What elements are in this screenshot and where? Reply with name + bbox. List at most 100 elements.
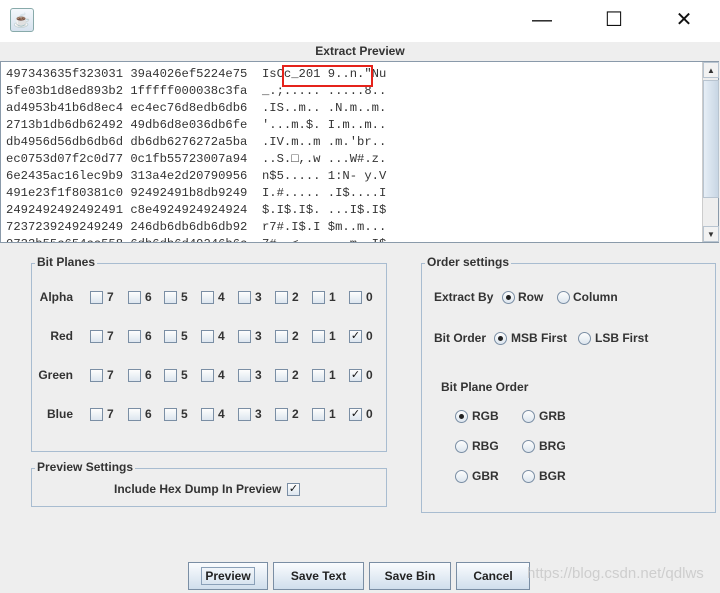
hex-dump-line: ec0753d07f2c0d77 0c1fb55723007a94 ..S.□,… xyxy=(6,152,387,166)
checkbox-blue-bit-2[interactable] xyxy=(275,408,288,421)
checkbox-blue-bit-5[interactable] xyxy=(164,408,177,421)
bit-number-label: 0 xyxy=(366,290,373,304)
bit-order-label: Bit Order xyxy=(434,331,487,345)
hex-dump-line: ad4953b41b6d8ec4 ec4ec76d8edb6db6 .IS..m… xyxy=(6,101,387,115)
checkbox-red-bit-6[interactable] xyxy=(128,330,141,343)
checkbox-green-bit-2[interactable] xyxy=(275,369,288,382)
bit-number-label: 4 xyxy=(218,368,225,382)
checkbox-green-bit-4[interactable] xyxy=(201,369,214,382)
checkbox-blue-bit-0[interactable]: ✓ xyxy=(349,408,362,421)
highlight-box xyxy=(282,65,373,87)
scroll-thumb[interactable] xyxy=(703,80,719,198)
hex-dump-line: db4956d56db6db6d db6db6276272a5ba .IV.m.… xyxy=(6,135,387,149)
checkbox-alpha-bit-6[interactable] xyxy=(128,291,141,304)
bit-number-label: 7 xyxy=(107,290,114,304)
radio-column[interactable] xyxy=(557,291,570,304)
bit-number-label: 6 xyxy=(145,407,152,421)
plane-order-label-gbr: GBR xyxy=(472,469,499,483)
bit-number-label: 2 xyxy=(292,368,299,382)
checkbox-red-bit-1[interactable] xyxy=(312,330,325,343)
bit-number-label: 2 xyxy=(292,290,299,304)
bit-number-label: 1 xyxy=(329,290,336,304)
bit-plane-label-alpha: Alpha xyxy=(39,290,73,304)
checkbox-alpha-bit-3[interactable] xyxy=(238,291,251,304)
bit-number-label: 3 xyxy=(255,368,262,382)
checkbox-green-bit-5[interactable] xyxy=(164,369,177,382)
checkbox-alpha-bit-2[interactable] xyxy=(275,291,288,304)
row-label: Row xyxy=(518,290,544,304)
radio-gbr[interactable] xyxy=(455,470,468,483)
radio-row[interactable] xyxy=(502,291,515,304)
radio-bgr[interactable] xyxy=(522,470,535,483)
checkbox-green-bit-6[interactable] xyxy=(128,369,141,382)
bit-number-label: 5 xyxy=(181,329,188,343)
bit-number-label: 1 xyxy=(329,368,336,382)
radio-rbg[interactable] xyxy=(455,440,468,453)
checkbox-blue-bit-6[interactable] xyxy=(128,408,141,421)
checkbox-red-bit-3[interactable] xyxy=(238,330,251,343)
save-text-button[interactable]: Save Text xyxy=(273,562,364,590)
scroll-down-button[interactable]: ▼ xyxy=(703,226,719,242)
checkbox-alpha-bit-4[interactable] xyxy=(201,291,214,304)
maximize-button[interactable]: ☐ xyxy=(594,8,634,34)
minimize-button[interactable]: — xyxy=(522,8,562,34)
preview-button-label: Preview xyxy=(201,567,255,585)
plane-order-label-grb: GRB xyxy=(539,409,566,423)
radio-msb-first[interactable] xyxy=(494,332,507,345)
bit-number-label: 0 xyxy=(366,407,373,421)
title-bar: ☕ — ☐ ✕ xyxy=(0,0,720,42)
include-hex-checkbox[interactable]: ✓ xyxy=(287,483,300,496)
plane-order-label-rgb: RGB xyxy=(472,409,499,423)
bit-plane-order-label: Bit Plane Order xyxy=(441,380,529,394)
checkbox-blue-bit-4[interactable] xyxy=(201,408,214,421)
bit-number-label: 5 xyxy=(181,290,188,304)
checkbox-green-bit-7[interactable] xyxy=(90,369,103,382)
extract-by-label: Extract By xyxy=(434,290,494,304)
bit-number-label: 6 xyxy=(145,368,152,382)
bit-number-label: 3 xyxy=(255,329,262,343)
bit-plane-label-blue: Blue xyxy=(46,407,73,421)
cancel-button[interactable]: Cancel xyxy=(456,562,530,590)
checkbox-green-bit-1[interactable] xyxy=(312,369,325,382)
checkbox-red-bit-0[interactable]: ✓ xyxy=(349,330,362,343)
preview-text-area[interactable]: 497343635f323031 39a4026ef5224e75 IsCc_2… xyxy=(0,61,719,243)
checkbox-blue-bit-1[interactable] xyxy=(312,408,325,421)
bit-number-label: 3 xyxy=(255,407,262,421)
msb-label: MSB First xyxy=(511,331,568,345)
hex-dump-line: 2713b1db6db62492 49db6d8e036db6fe '...m.… xyxy=(6,118,387,132)
preview-button[interactable]: Preview xyxy=(188,562,268,590)
radio-lsb-first[interactable] xyxy=(578,332,591,345)
hex-dump-line: 7237239249249249 246db6db6db6db92 r7#.I$… xyxy=(6,220,387,234)
checkbox-red-bit-7[interactable] xyxy=(90,330,103,343)
save-bin-button[interactable]: Save Bin xyxy=(369,562,451,590)
radio-grb[interactable] xyxy=(522,410,535,423)
checkbox-alpha-bit-1[interactable] xyxy=(312,291,325,304)
checkbox-green-bit-3[interactable] xyxy=(238,369,251,382)
bit-number-label: 0 xyxy=(366,368,373,382)
bit-number-label: 4 xyxy=(218,407,225,421)
include-hex-label: Include Hex Dump In Preview xyxy=(114,482,282,496)
radio-brg[interactable] xyxy=(522,440,535,453)
checkbox-green-bit-0[interactable]: ✓ xyxy=(349,369,362,382)
bit-number-label: 5 xyxy=(181,368,188,382)
bit-number-label: 6 xyxy=(145,329,152,343)
vertical-scrollbar[interactable]: ▲ ▼ xyxy=(702,62,719,242)
checkbox-red-bit-4[interactable] xyxy=(201,330,214,343)
bit-number-label: 1 xyxy=(329,407,336,421)
preview-settings-title: Preview Settings xyxy=(35,460,136,474)
scroll-up-button[interactable]: ▲ xyxy=(703,62,719,78)
checkbox-red-bit-2[interactable] xyxy=(275,330,288,343)
checkbox-blue-bit-7[interactable] xyxy=(90,408,103,421)
checkbox-blue-bit-3[interactable] xyxy=(238,408,251,421)
radio-rgb[interactable] xyxy=(455,410,468,423)
close-button[interactable]: ✕ xyxy=(664,8,704,34)
java-cup-icon: ☕ xyxy=(10,8,34,32)
hex-dump-line: 2492492492492491 c8e4924924924924 $.I$.I… xyxy=(6,203,387,217)
bit-number-label: 7 xyxy=(107,329,114,343)
checkbox-alpha-bit-7[interactable] xyxy=(90,291,103,304)
bit-plane-label-green: Green xyxy=(38,368,73,382)
bit-number-label: 5 xyxy=(181,407,188,421)
checkbox-alpha-bit-0[interactable] xyxy=(349,291,362,304)
checkbox-alpha-bit-5[interactable] xyxy=(164,291,177,304)
checkbox-red-bit-5[interactable] xyxy=(164,330,177,343)
